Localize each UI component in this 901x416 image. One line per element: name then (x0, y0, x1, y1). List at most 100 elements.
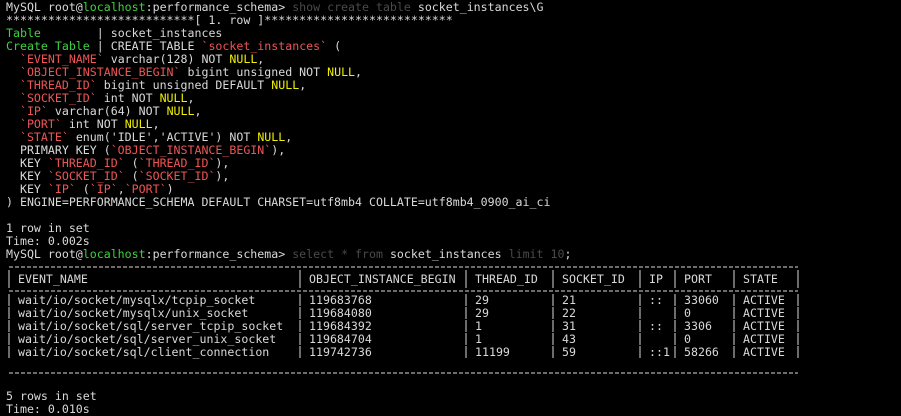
ddl-text: , (152, 117, 160, 131)
table-cell: ::1 (649, 345, 670, 359)
table-cell: 119683768 (309, 293, 372, 307)
ddl-text: varchar(128) NOT (103, 52, 230, 66)
column-header: STATE (743, 272, 778, 286)
ddl-text: int NOT (96, 91, 160, 105)
ddl-text (6, 91, 20, 105)
ddl-text: , (285, 130, 293, 144)
ddl-identifier: `socket_instances` (201, 39, 328, 53)
ddl-null: NULL (271, 78, 300, 92)
table-cell: 0 (684, 306, 691, 320)
table-cell: 11199 (475, 345, 510, 359)
table-cell: 3306 (684, 319, 712, 333)
ddl-text: KEY (6, 182, 48, 196)
table-cell: 0 (684, 332, 691, 346)
field-value-table: socket_instances (110, 26, 223, 40)
ddl-identifier: `THREAD_ID` (138, 156, 216, 170)
prompt-db: :performance_schema> (145, 0, 286, 14)
ddl-text (6, 52, 20, 66)
ddl-text: KEY (6, 169, 48, 183)
ddl-null: NULL (257, 130, 286, 144)
ddl-text (6, 65, 20, 79)
prompt-prefix: MySQL root@ (6, 0, 83, 14)
ddl-text: bigint unsigned NOT (180, 65, 328, 79)
table-cell: 33060 (684, 293, 719, 307)
table-cell: ACTIVE (743, 306, 785, 320)
ddl-identifier: `OBJECT_INSTANCE_BEGIN` (19, 65, 181, 79)
table-cell: wait/io/socket/sql/client_connection (18, 345, 269, 359)
ddl-identifier: `IP` (19, 104, 48, 118)
ddl-text: bigint unsigned DEFAULT (96, 78, 272, 92)
ddl-text: ), (215, 169, 230, 183)
table-cell: :: (649, 293, 663, 307)
table-cell: ACTIVE (743, 332, 785, 346)
table-cell: ACTIVE (743, 319, 785, 333)
sql-keyword: limit (501, 247, 551, 261)
sql-argument: socket_instances\G (417, 0, 544, 14)
table-cell: wait/io/socket/mysqlx/unix_socket (18, 306, 248, 320)
prompt-db: :performance_schema> (145, 247, 286, 261)
table-cell: wait/io/socket/mysqlx/tcpip_socket (18, 293, 255, 307)
field-key-create-table: Create Table (6, 39, 90, 53)
ddl-identifier: `IP` (89, 182, 118, 196)
column-header: THREAD_ID (475, 272, 538, 286)
ddl-text: PRIMARY KEY ( (6, 143, 111, 157)
ddl-text: ), (271, 143, 286, 157)
sql-keyword: select (285, 247, 342, 261)
prompt-host: localhost (82, 247, 146, 261)
ddl-text (6, 104, 20, 118)
table-cell: 21 (562, 293, 576, 307)
table-cell: 119684704 (309, 332, 372, 346)
ddl-identifier: `PORT` (124, 182, 167, 196)
ddl-null: NULL (124, 117, 153, 131)
field-separator: | (89, 39, 111, 53)
table-cell: 58266 (684, 345, 719, 359)
sql-star: * (341, 247, 349, 261)
sql-argument: socket_instances (389, 247, 502, 261)
table-cell: wait/io/socket/sql/server_unix_socket (18, 332, 276, 346)
ddl-identifier: `SOCKET_ID` (47, 169, 125, 183)
table-cells: EVENT_NAME OBJECT_INSTANCE_BEGIN THREAD_ID… (18, 272, 785, 359)
ddl-identifier: `IP` (47, 182, 76, 196)
ddl-text: , (187, 91, 195, 105)
table-cell: ACTIVE (743, 293, 785, 307)
ddl-identifier: `STATE` (19, 130, 69, 144)
prompt-line-2: MySQL root@localhost:performance_schema>… (6, 248, 571, 261)
table-cell: 1 (475, 319, 482, 333)
table-cell: :: (649, 319, 663, 333)
ddl-identifier: `THREAD_ID` (47, 156, 125, 170)
ddl-text: , (257, 52, 265, 66)
column-header: IP (649, 272, 663, 286)
ddl-null: NULL (229, 52, 258, 66)
query-time: Time: 0.010s (6, 402, 90, 416)
ddl-text: varchar(64) NOT (47, 104, 167, 118)
ddl-identifier: `THREAD_ID` (19, 78, 97, 92)
ddl-text: ( (124, 169, 139, 183)
ddl-text: CREATE TABLE (110, 39, 202, 53)
table-cell: wait/io/socket/sql/server_tcpip_socket (18, 319, 283, 333)
ddl-text: ) (166, 182, 174, 196)
table-cell: 119684080 (309, 306, 372, 320)
table-cell: 29 (475, 306, 489, 320)
ddl-text (6, 78, 20, 92)
sql-terminator: ; (564, 247, 572, 261)
column-header: PORT (684, 272, 712, 286)
ddl-text: ), (215, 156, 230, 170)
column-header: SOCKET_ID (562, 272, 625, 286)
result-table: EVENT_NAME OBJECT_INSTANCE_BEGIN THREAD_ID… (8, 266, 799, 374)
terminal-window[interactable]: MySQL root@localhost:performance_schema>… (0, 0, 901, 416)
table-cell: 31 (562, 319, 576, 333)
table-cell: 29 (475, 293, 489, 307)
table-cell: ACTIVE (743, 345, 785, 359)
column-header: OBJECT_INSTANCE_BEGIN (309, 272, 456, 286)
ddl-text: enum('IDLE','ACTIVE') NOT (68, 130, 258, 144)
ddl-identifier: `EVENT_NAME` (19, 52, 104, 66)
table-cell: 59 (562, 345, 576, 359)
table-cell: 22 (562, 306, 576, 320)
ddl-text: , (117, 182, 125, 196)
prompt-host: localhost (82, 0, 146, 14)
sql-keyword: from (348, 247, 390, 261)
table-cell: 43 (562, 332, 576, 346)
ddl-text: KEY (6, 156, 48, 170)
column-header: EVENT_NAME (18, 272, 88, 286)
